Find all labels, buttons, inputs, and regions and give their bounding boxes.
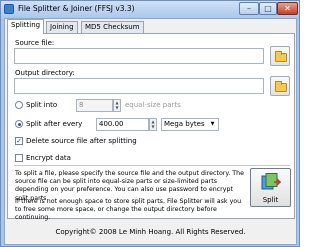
split-size-spinner[interactable]: ▲ ▼: [149, 118, 157, 131]
output-directory-label: Output directory:: [15, 69, 75, 77]
split-into-label: Split into: [26, 101, 58, 109]
splitting-panel: Source file: Output directory: Split int…: [7, 33, 295, 221]
copyright-footer: Copyright© 2008 Le Minh Hoang. All Right…: [55, 228, 246, 236]
app-icon: [4, 4, 14, 14]
separator: [14, 165, 290, 166]
delete-source-label: Delete source file after splitting: [26, 137, 137, 145]
split-files-icon: [261, 173, 281, 190]
size-unit-select[interactable]: Mega bytes ▼: [161, 118, 219, 131]
close-button[interactable]: ✕: [277, 2, 298, 15]
maximize-button[interactable]: □: [259, 2, 277, 15]
browse-output-button[interactable]: [270, 76, 290, 96]
split-button-label: Split: [262, 196, 279, 204]
split-button[interactable]: Split: [250, 168, 291, 207]
split-after-radio[interactable]: [15, 120, 23, 128]
source-file-input[interactable]: [14, 48, 264, 64]
tab-strip: Splitting Joining MD5 Checksum: [5, 19, 296, 34]
encrypt-data-checkbox[interactable]: [15, 154, 23, 162]
title-bar[interactable]: File Splitter & Joiner (FFSJ v3.3) – □ ✕: [1, 1, 299, 18]
split-size-input[interactable]: 400.00: [96, 118, 149, 131]
tab-splitting[interactable]: Splitting: [7, 19, 45, 34]
client-area: Splitting Joining MD5 Checksum Source fi…: [4, 18, 297, 245]
tab-md5-checksum[interactable]: MD5 Checksum: [81, 21, 144, 33]
size-unit-value: Mega bytes: [164, 120, 205, 128]
split-after-label: Split after every: [26, 120, 83, 128]
minimize-button[interactable]: –: [239, 2, 259, 15]
folder-icon: [275, 81, 287, 92]
split-into-radio[interactable]: [15, 101, 23, 109]
delete-source-checkbox[interactable]: ✓: [15, 137, 23, 145]
source-file-label: Source file:: [15, 39, 55, 47]
split-into-hint: equal-size parts: [125, 101, 181, 109]
output-directory-input[interactable]: [14, 78, 264, 94]
chevron-down-icon: ▼: [210, 121, 215, 127]
browse-source-button[interactable]: [270, 46, 290, 66]
space-note: If there is not enough space to store sp…: [15, 198, 242, 222]
window-title: File Splitter & Joiner (FFSJ v3.3): [18, 4, 135, 13]
app-window: File Splitter & Joiner (FFSJ v3.3) – □ ✕…: [0, 0, 300, 247]
folder-icon: [275, 51, 287, 62]
tab-joining[interactable]: Joining: [46, 21, 78, 33]
encrypt-data-label: Encrypt data: [26, 154, 71, 162]
split-into-parts-input[interactable]: 8: [76, 99, 113, 112]
split-into-spinner[interactable]: ▲ ▼: [113, 99, 121, 112]
